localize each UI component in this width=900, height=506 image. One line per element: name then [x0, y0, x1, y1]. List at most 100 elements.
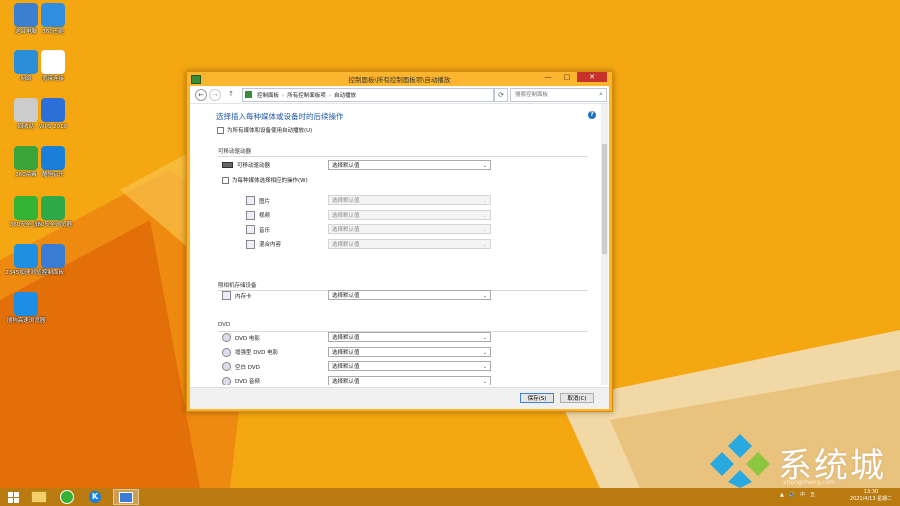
- default-action-select[interactable]: 选择默认值 ⌄: [328, 361, 491, 371]
- dvd-icon: [222, 347, 231, 357]
- clock[interactable]: 13:30 2021/4/13 星期二: [842, 489, 900, 503]
- breadcrumb-control-panel[interactable]: 控制面板: [257, 93, 279, 99]
- section-title: 照相机存储设备: [218, 283, 257, 289]
- search-box[interactable]: ⌕: [510, 88, 607, 102]
- default-action-select[interactable]: 选择默认值 ⌄: [328, 346, 491, 357]
- media-type-row: 增强型 DVD 电影: [222, 347, 279, 357]
- media-type-row: 图片: [246, 196, 270, 205]
- media-type-label: 增强型 DVD 电影: [235, 350, 279, 356]
- search-input[interactable]: [511, 89, 595, 101]
- autoplay-settings: ? 选择插入每种媒体或设备时的后续操作 为所有媒体和设备使用自动播放(U) 可移…: [190, 104, 600, 385]
- up-button[interactable]: ↑: [226, 89, 236, 99]
- 360-browser-icon: [41, 196, 65, 220]
- control-panel-icon: [41, 244, 65, 268]
- save-button[interactable]: 保存(S): [520, 393, 554, 403]
- default-action-select[interactable]: 选择默认值 ⌄: [328, 209, 491, 220]
- chevron-down-icon: ⌄: [482, 335, 487, 341]
- section-title: 可移动驱动器: [218, 149, 252, 155]
- default-action-select[interactable]: 选择默认值 ⌄: [328, 375, 491, 385]
- chevron-down-icon: ⌄: [482, 349, 487, 356]
- volume-icon[interactable]: 🔊: [789, 492, 795, 498]
- breadcrumb: 控制面板 › 所有控制面板项 › 自动播放: [257, 91, 356, 99]
- close-button[interactable]: ✕: [577, 72, 607, 82]
- cancel-button[interactable]: 取消(C): [560, 393, 594, 403]
- media-type-row: 内存卡: [222, 291, 252, 300]
- taskbar: K ▲ 🔊 中 五 13:30 2021/4/13 星期二: [0, 488, 900, 506]
- select-value: 选择默认值: [332, 293, 360, 299]
- desktop-icon-label: WPS 2019: [39, 124, 67, 130]
- document-icon: [41, 50, 65, 74]
- desktop-icon[interactable]: 酷狗音乐: [31, 146, 75, 179]
- page-title: 选择插入每种媒体或设备时的后续操作: [216, 112, 344, 121]
- maximize-button[interactable]: □: [558, 72, 576, 82]
- taskbar-control-panel[interactable]: [113, 489, 139, 505]
- search-icon[interactable]: ⌕: [599, 90, 603, 99]
- chevron-right-icon: ›: [328, 93, 331, 99]
- section-dvd: DVD: [218, 322, 588, 332]
- media-type-row: 视频: [246, 210, 270, 220]
- default-action-select[interactable]: 选择默认值 ⌄: [328, 332, 491, 342]
- media-file-icon: [246, 239, 255, 249]
- taskbar-kugou[interactable]: K: [84, 489, 106, 505]
- default-action-select[interactable]: 选择默认值 ⌄: [328, 195, 491, 205]
- system-tray: ▲ 🔊 中 五: [780, 491, 815, 499]
- desktop-icon[interactable]: 360安全浏览器: [31, 196, 75, 229]
- per-media-checkbox[interactable]: 为每种媒体选择相应的操作(W): [222, 176, 308, 184]
- chevron-down-icon: ⌄: [482, 163, 487, 169]
- per-media-label: 为每种媒体选择相应的操作(W): [232, 178, 308, 184]
- select-value: 选择默认值: [332, 364, 360, 370]
- media-type-label: DVD 音频: [235, 379, 260, 385]
- minimize-button[interactable]: —: [539, 72, 557, 82]
- title-bar[interactable]: 控制面板\所有控制面板项\自动播放 — □ ✕: [187, 72, 612, 86]
- breadcrumb-autoplay[interactable]: 自动播放: [334, 93, 356, 99]
- media-type-label: 图片: [259, 198, 271, 205]
- control-panel-icon: [245, 91, 252, 98]
- select-value: 选择默认值: [332, 212, 360, 219]
- select-value: 选择默认值: [332, 335, 360, 341]
- media-type-label: 内存卡: [235, 293, 252, 300]
- desktop-icon[interactable]: 360压缩: [31, 3, 75, 36]
- taskbar-file-explorer[interactable]: [28, 489, 50, 505]
- removable-drive-icon: [222, 162, 233, 168]
- checkbox-box[interactable]: [222, 176, 229, 184]
- 360-browser-icon: [60, 490, 74, 504]
- desktop-icon[interactable]: WPS 2019: [31, 98, 75, 131]
- default-action-select[interactable]: 选择默认值 ⌄: [328, 224, 491, 234]
- vertical-scrollbar[interactable]: [601, 104, 608, 385]
- chevron-down-icon: ⌄: [482, 212, 487, 219]
- desktop-icon-label: 宽带连接: [41, 76, 64, 82]
- navigation-bar: ← → ↑ 控制面板›所有控制面板项›自动播放 ⌄ ⟳ ⌕: [190, 86, 609, 104]
- refresh-button[interactable]: ⟳: [494, 88, 508, 102]
- section-camera-storage: 照相机存储设备: [218, 281, 588, 291]
- dvd-icon: [222, 376, 231, 385]
- desktop-icon[interactable]: 搜狗高速浏览器: [4, 292, 48, 325]
- help-icon[interactable]: ?: [588, 111, 596, 119]
- show-hidden-icons-icon[interactable]: ▲: [780, 492, 784, 498]
- forward-button[interactable]: →: [209, 89, 221, 101]
- scrollbar-thumb[interactable]: [602, 144, 607, 254]
- checkbox-box[interactable]: [217, 126, 224, 134]
- input-method-icon[interactable]: 五: [810, 491, 815, 498]
- chevron-down-icon: ⌄: [482, 378, 487, 385]
- watermark: 系统城 xitongcheng.com: [708, 432, 898, 488]
- removable-drive-select[interactable]: 选择默认值 ⌄: [328, 160, 491, 170]
- kugou-icon: K: [89, 491, 101, 503]
- media-type-row: 音乐: [246, 225, 270, 234]
- breadcrumb-all-items[interactable]: 所有控制面板项: [287, 93, 326, 99]
- media-type-label: 音乐: [259, 227, 271, 234]
- start-button[interactable]: [2, 489, 24, 505]
- watermark-logo: [710, 434, 770, 488]
- use-autoplay-all-checkbox[interactable]: 为所有媒体和设备使用自动播放(U): [217, 126, 312, 134]
- removable-drive-row: 可移动驱动器: [222, 161, 270, 169]
- default-action-select[interactable]: 选择默认值 ⌄: [328, 238, 491, 249]
- back-button[interactable]: ←: [195, 89, 207, 101]
- default-action-select[interactable]: 选择默认值 ⌄: [328, 290, 491, 300]
- taskbar-360-browser[interactable]: [56, 489, 78, 505]
- desktop-icon[interactable]: 宽带连接: [31, 50, 75, 83]
- desktop-icon[interactable]: 控制面板: [31, 244, 75, 277]
- input-language-indicator[interactable]: 中: [800, 491, 805, 498]
- use-autoplay-all-label: 为所有媒体和设备使用自动播放(U): [227, 128, 313, 134]
- chevron-down-icon: ⌄: [482, 364, 487, 370]
- desktop-icon-label: 酷狗音乐: [41, 172, 64, 178]
- address-bar[interactable]: 控制面板›所有控制面板项›自动播放 ⌄: [242, 88, 542, 102]
